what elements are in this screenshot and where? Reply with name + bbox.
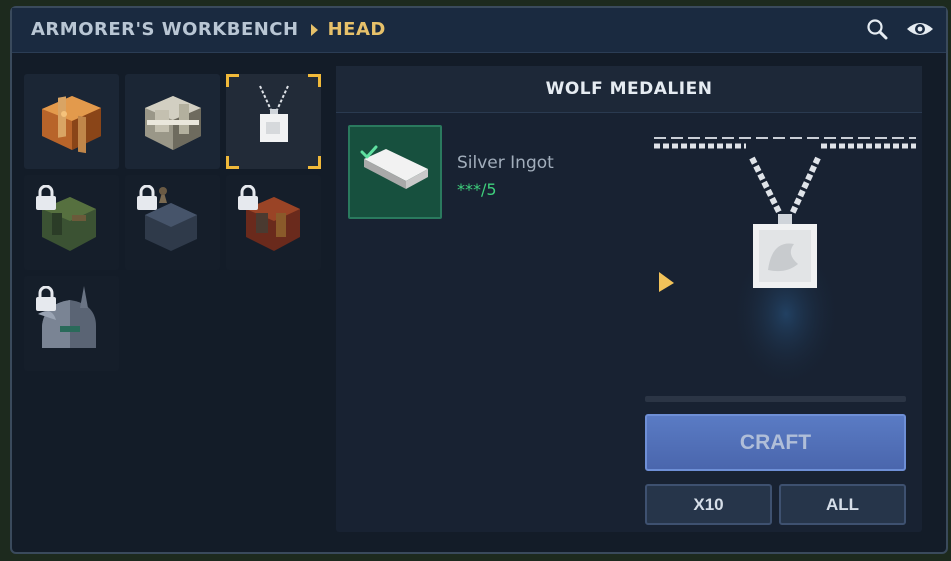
ingredient-slot[interactable] [348, 125, 442, 219]
recipe-grid [10, 64, 322, 540]
wolf-medallion-preview [654, 137, 916, 389]
ingredient-name: Silver Ingot [457, 153, 554, 173]
title-bar: ARMORER'S WORKBENCH HEAD [12, 8, 946, 53]
craft-all-button[interactable]: ALL [779, 484, 906, 525]
lock-icon [238, 185, 258, 210]
recipe-slot-locked[interactable] [226, 175, 321, 270]
check-icon [360, 145, 378, 159]
recipe-slot-locked[interactable] [125, 175, 220, 270]
breadcrumb: ARMORER'S WORKBENCH HEAD [31, 19, 386, 40]
breadcrumb-bench[interactable]: ARMORER'S WORKBENCH [31, 19, 299, 40]
recipe-slot-selected[interactable] [226, 74, 321, 169]
eye-icon[interactable] [906, 18, 934, 40]
craft-progress-bar [645, 396, 906, 402]
item-title: WOLF MEDALIEN [336, 66, 922, 113]
recipe-slot-locked[interactable] [24, 175, 119, 270]
recipe-slot-locked[interactable] [24, 276, 119, 371]
lock-icon [36, 286, 56, 311]
search-icon[interactable] [866, 18, 888, 40]
ingredient-quantity: ***/5 [457, 180, 497, 199]
breadcrumb-category: HEAD [327, 19, 386, 40]
recipe-slot[interactable] [125, 74, 220, 169]
craft-x10-button[interactable]: X10 [645, 484, 772, 525]
mouse-cursor-icon [659, 272, 674, 292]
wolf-medallion-icon [259, 85, 289, 142]
craft-button[interactable]: CRAFT [645, 414, 906, 471]
breadcrumb-arrow-icon [310, 23, 318, 36]
lock-icon [36, 185, 56, 210]
iron-chest-armor-icon [145, 96, 201, 150]
item-preview [636, 124, 916, 394]
copper-chest-armor-icon [42, 96, 101, 154]
lock-icon [137, 185, 157, 210]
recipe-slot[interactable] [24, 74, 119, 169]
item-detail-panel: WOLF MEDALIEN Silver Ingot ***/5 CRAFT X… [336, 66, 922, 532]
